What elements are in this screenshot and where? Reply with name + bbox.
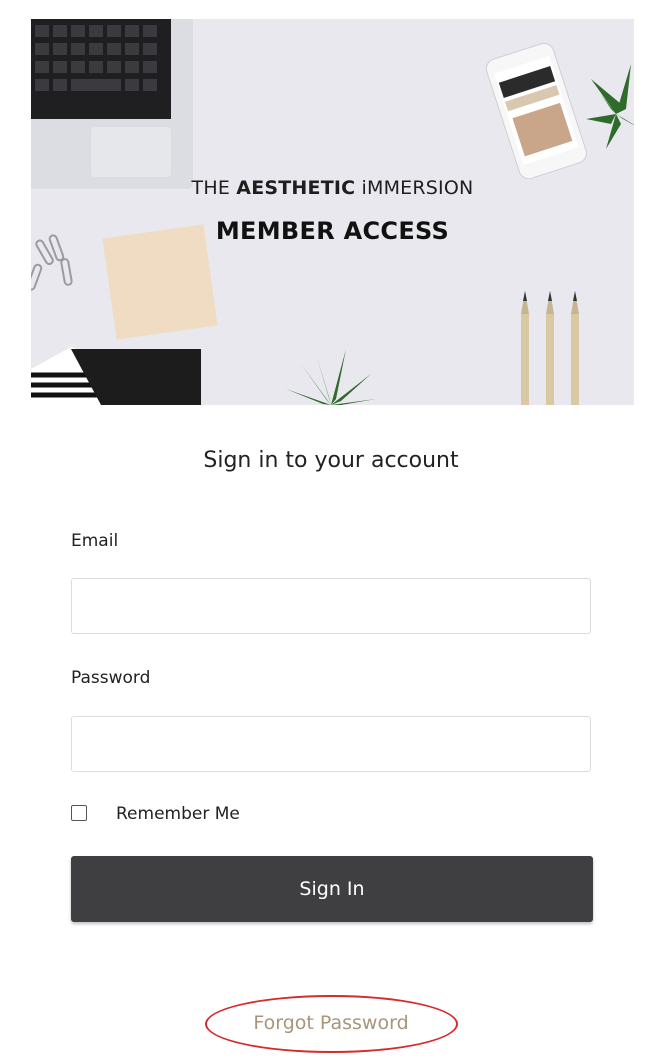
sign-in-button[interactable]: Sign In [71, 856, 593, 922]
hero-brand-bold: AESTHETIC [236, 177, 356, 199]
hero-member-access: MEMBER ACCESS [215, 217, 450, 245]
page-title: Sign in to your account [203, 448, 459, 473]
hero-brand-prefix: THE [191, 177, 237, 199]
hero-banner: THE AESTHETIC iMMERSION MEMBER ACCESS [31, 19, 634, 405]
remember-me-label[interactable]: Remember Me [116, 804, 240, 824]
hero-brand-suffix: iMMERSION [355, 177, 474, 199]
plant-bottom [286, 349, 376, 405]
pencils [521, 291, 579, 405]
hero-brand-line: THE AESTHETIC iMMERSION [31, 177, 634, 199]
email-field[interactable] [71, 578, 591, 634]
password-label: Password [71, 668, 151, 688]
highlight-ellipse [205, 995, 458, 1053]
laptop-trackpad [91, 127, 171, 177]
phone-mockup [485, 42, 587, 180]
remember-me-checkbox[interactable] [71, 805, 87, 821]
hero-illustration [31, 19, 634, 405]
email-label: Email [71, 531, 119, 551]
plant-top-right [586, 64, 634, 149]
password-field[interactable] [71, 716, 591, 772]
